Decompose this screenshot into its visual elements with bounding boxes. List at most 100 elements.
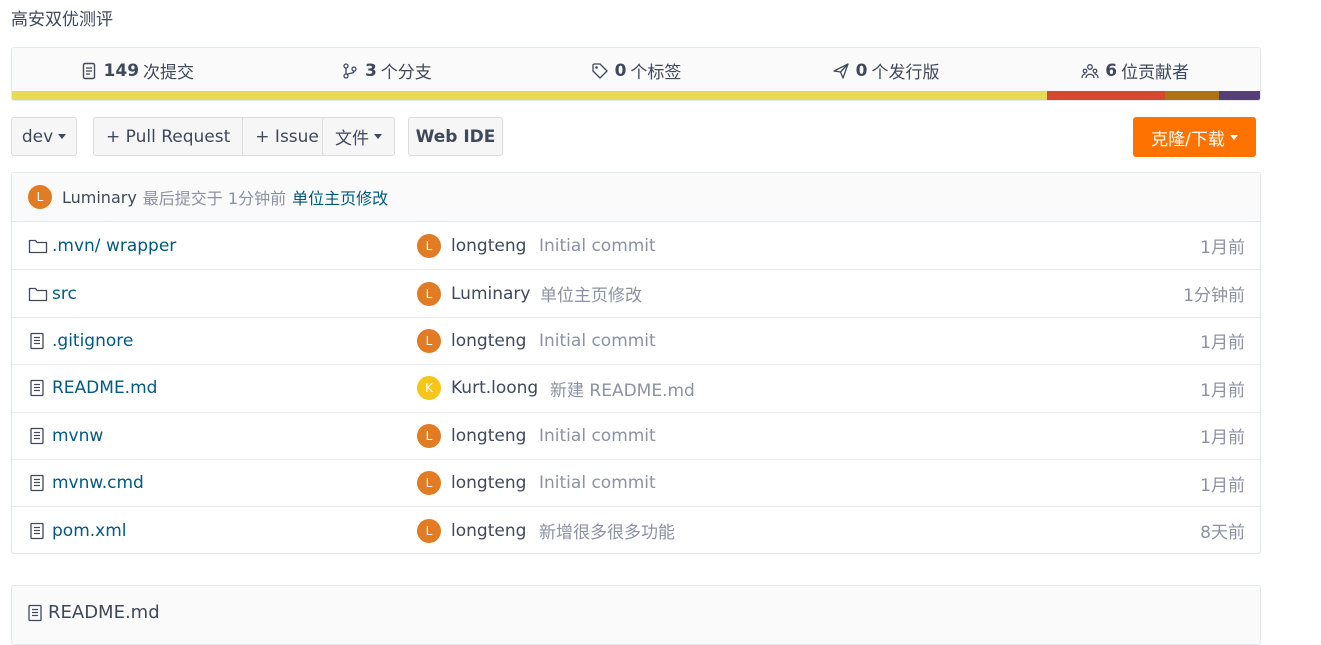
commit-time: 1月前 — [1200, 475, 1245, 496]
tag-icon — [591, 62, 608, 79]
commit-message-link[interactable]: Initial commit — [539, 473, 656, 493]
commit-author[interactable]: longteng — [451, 521, 526, 541]
file-menu-button[interactable]: 文件 — [322, 117, 395, 156]
file-name-link[interactable]: README.md — [52, 378, 157, 398]
branch-icon — [343, 62, 357, 79]
file-list: L Luminary 最后提交于 1分钟前 单位主页修改 .mvn/ wrapp… — [11, 172, 1261, 554]
file-icon — [28, 604, 42, 621]
file-name-link[interactable]: pom.xml — [52, 521, 127, 541]
tags-label: 个标签 — [630, 63, 682, 83]
table-row: mvnw.cmd Llongteng Initial commit 1月前 — [12, 458, 1260, 506]
releases-label: 个发行版 — [871, 63, 940, 83]
releases-stat[interactable]: 0 个发行版 — [761, 58, 1011, 83]
table-row: .mvn/ wrapper Llongteng Initial commit 1月前 — [12, 222, 1260, 269]
pull-request-button[interactable]: + Pull Request — [94, 118, 242, 155]
create-button-group: + Pull Request + Issue — [93, 117, 332, 156]
contributors-icon — [1081, 63, 1099, 78]
branches-label: 个分支 — [380, 63, 432, 83]
file-icon — [28, 426, 48, 446]
commit-meta: 最后提交于 1分钟前 — [142, 189, 287, 208]
clone-download-button[interactable]: 克隆/下载 — [1133, 117, 1256, 157]
commit-message-link[interactable]: 单位主页修改 — [292, 185, 388, 209]
commit-time: 8天前 — [1200, 523, 1245, 544]
file-name-link[interactable]: .mvn/ wrapper — [52, 236, 176, 256]
contributors-count: 6 — [1105, 60, 1118, 81]
table-row: .gitignore Llongteng Initial commit 1月前 — [12, 316, 1260, 364]
language-bar[interactable] — [12, 91, 1260, 100]
language-segment[interactable] — [1165, 91, 1219, 100]
file-name-link[interactable]: .gitignore — [52, 331, 133, 351]
commit-time: 1月前 — [1200, 380, 1245, 401]
repo-stats-bar: 149 次提交 3 个分支 0 个标签 0 个发行版 6 位贡献者 — [11, 47, 1261, 101]
file-rows: .mvn/ wrapper Llongteng Initial commit 1月前 s… — [12, 222, 1260, 554]
language-segment[interactable] — [1046, 91, 1166, 100]
folder-icon — [28, 236, 48, 256]
chevron-down-icon — [374, 134, 382, 139]
commit-author[interactable]: longteng — [451, 426, 526, 446]
commit-time: 1分钟前 — [1183, 286, 1245, 307]
commit-message-link[interactable]: 新建 README.md — [550, 376, 695, 401]
readme-panel: README.md — [11, 585, 1261, 645]
clone-label: 克隆/下载 — [1151, 129, 1225, 150]
file-icon — [28, 378, 48, 398]
avatar[interactable]: L — [417, 471, 441, 496]
table-row: pom.xml Llongteng 新增很多很多功能 8天前 — [12, 506, 1260, 553]
commit-time: 1月前 — [1200, 333, 1245, 354]
file-icon — [28, 331, 48, 351]
avatar[interactable]: L — [417, 518, 441, 543]
language-segment[interactable] — [1218, 91, 1260, 100]
table-row: mvnw Llongteng Initial commit 1月前 — [12, 411, 1260, 459]
commit-author[interactable]: longteng — [451, 473, 526, 493]
branch-name: dev — [21, 126, 54, 147]
commit-author[interactable]: Kurt.loong — [451, 378, 538, 398]
repo-description: 高安双优测评 — [11, 10, 113, 30]
file-menu-label: 文件 — [335, 129, 369, 149]
commit-time: 1月前 — [1200, 428, 1245, 449]
avatar[interactable]: L — [417, 281, 441, 306]
commit-author[interactable]: longteng — [451, 236, 526, 256]
last-commit-bar: L Luminary 最后提交于 1分钟前 单位主页修改 — [12, 173, 1260, 222]
folder-icon — [28, 284, 48, 304]
commits-stat[interactable]: 149 次提交 — [12, 58, 262, 83]
commit-author[interactable]: longteng — [451, 331, 526, 351]
language-segment[interactable] — [12, 91, 1047, 100]
avatar[interactable]: K — [417, 376, 441, 401]
tags-stat[interactable]: 0 个标签 — [511, 58, 761, 83]
file-icon — [28, 521, 48, 541]
avatar[interactable]: L — [417, 233, 441, 258]
avatar[interactable]: L — [417, 423, 441, 448]
tags-count: 0 — [614, 60, 627, 81]
chevron-down-icon — [58, 134, 67, 139]
commit-message-link[interactable]: Initial commit — [539, 236, 656, 256]
branch-select[interactable]: dev — [11, 117, 77, 156]
web-ide-button[interactable]: Web IDE — [408, 117, 503, 156]
chevron-down-icon — [1229, 134, 1238, 140]
branches-count: 3 — [364, 60, 377, 81]
commit-message-link[interactable]: Initial commit — [539, 331, 656, 351]
contributors-stat[interactable]: 6 位贡献者 — [1010, 58, 1260, 83]
contributors-label: 位贡献者 — [1121, 63, 1190, 83]
commit-icon — [82, 62, 95, 79]
avatar[interactable]: L — [417, 328, 441, 353]
readme-title: README.md — [48, 602, 160, 623]
file-name-link[interactable]: src — [52, 284, 77, 304]
commit-author[interactable]: Luminary — [451, 284, 530, 304]
file-name-link[interactable]: mvnw — [52, 426, 103, 446]
table-row: README.md K Kurt.loong 新建 README.md 1月前 — [12, 364, 1260, 411]
table-row: src L Luminary 单位主页修改 1分钟前 — [12, 269, 1260, 316]
commit-message-link[interactable]: Initial commit — [539, 426, 656, 446]
releases-count: 0 — [855, 60, 868, 81]
commit-message-link[interactable]: 新增很多很多功能 — [539, 518, 675, 543]
issue-button[interactable]: + Issue — [242, 118, 331, 155]
file-icon — [28, 473, 48, 493]
release-icon — [833, 62, 849, 79]
readme-header: README.md — [26, 602, 160, 623]
file-name-link[interactable]: mvnw.cmd — [52, 473, 144, 493]
commit-author[interactable]: Luminary — [62, 188, 137, 207]
commits-count: 149 — [103, 60, 140, 81]
commits-label: 次提交 — [143, 63, 195, 83]
commit-time: 1月前 — [1200, 238, 1245, 259]
commit-message-link[interactable]: 单位主页修改 — [540, 281, 642, 306]
avatar[interactable]: L — [28, 185, 52, 209]
branches-stat[interactable]: 3 个分支 — [262, 58, 512, 83]
